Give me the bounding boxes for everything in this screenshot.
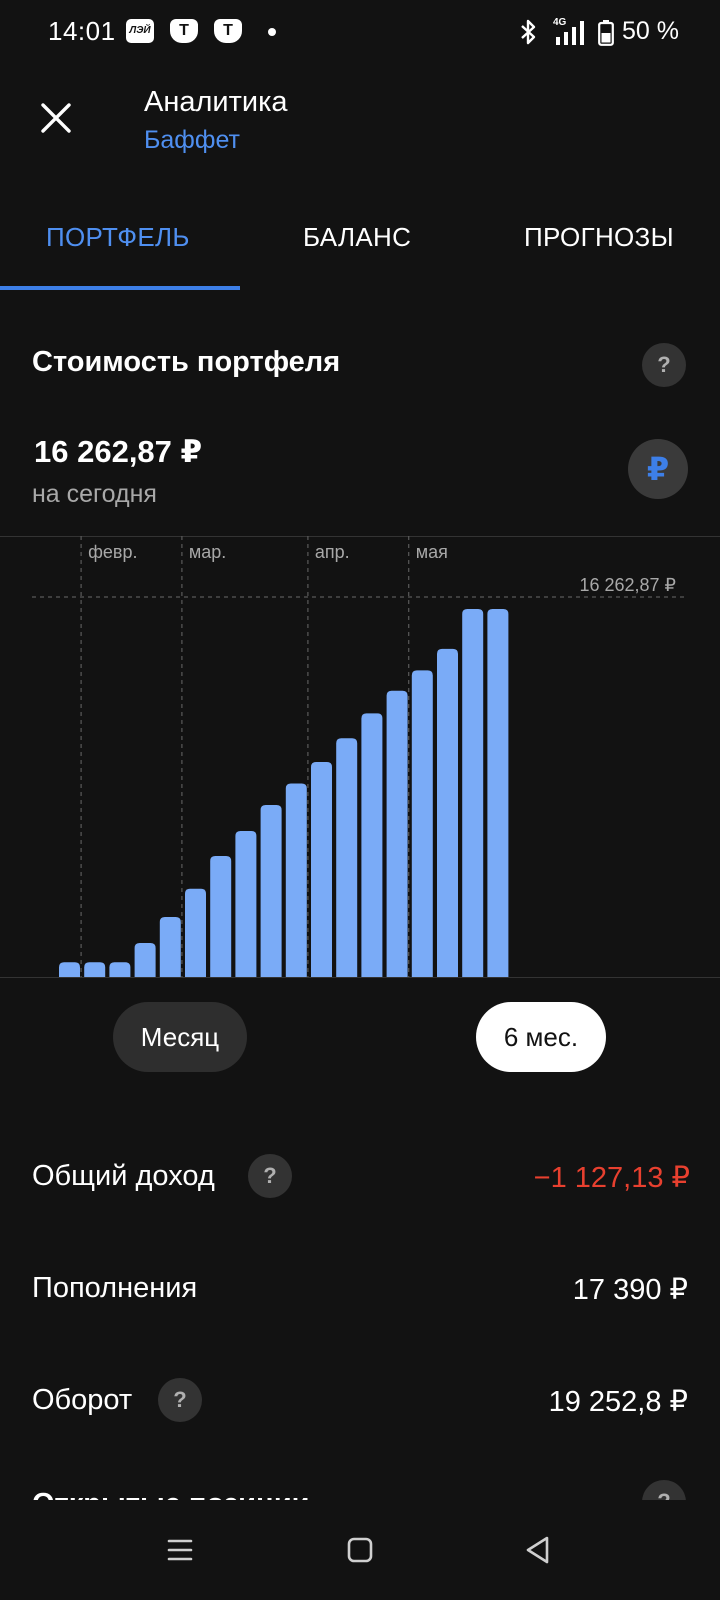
portfolio-name[interactable]: Баффет [144,126,240,155]
chart-bar[interactable] [235,831,257,977]
tab-balance[interactable]: БАЛАНС [303,222,411,253]
chart-bar[interactable] [437,648,458,977]
chart-bar[interactable] [159,917,181,977]
recent-apps-button[interactable] [160,1530,200,1570]
month-tick-label: мар. [189,542,226,562]
tab-forecasts[interactable]: ПРОГНОЗЫ [524,222,674,253]
turnover-value: 19 252,8 ₽ [548,1386,688,1418]
signal-icon [556,21,584,45]
tbank-app-icon: Т [170,19,198,43]
chart-bar[interactable] [386,690,408,977]
portfolio-value: 16 262,87 ₽ [34,434,203,469]
month-tick-label: февр. [88,542,137,562]
chart-bar[interactable] [411,670,433,977]
help-icon[interactable]: ? [248,1154,292,1198]
bluetooth-icon [521,19,536,45]
chart-bar[interactable] [109,962,131,977]
battery-percent: 50 % [622,17,679,45]
deposits-value: 17 390 ₽ [572,1274,688,1306]
chart-bar[interactable] [210,855,232,977]
close-button[interactable] [30,92,82,144]
deposits-label: Пополнения [32,1272,198,1304]
total-income-label: Общий доход [32,1160,215,1192]
chart-bar[interactable] [311,762,332,977]
chart-bar[interactable] [84,962,106,977]
chart-bar[interactable] [260,805,282,977]
tab-bar: ПОРТФЕЛЬ БАЛАНС ПРОГНОЗЫ [0,200,720,292]
help-icon[interactable]: ? [642,343,686,387]
status-time: 14:01 [48,16,116,46]
chart-bar[interactable] [487,609,509,977]
chart-bar[interactable] [361,713,383,977]
lei-app-icon: ЛЭЙ [126,19,154,43]
period-month-button[interactable]: Месяц [113,1002,247,1072]
chart-bar[interactable] [285,783,307,977]
battery-icon [598,20,614,46]
more-notifications-icon [268,28,276,36]
active-tab-indicator [0,286,240,290]
chart-bar[interactable] [462,609,484,977]
chart-bar[interactable] [336,738,358,977]
month-tick-label: апр. [315,542,350,562]
max-value-label: 16 262,87 ₽ [579,575,676,595]
tbank-app-icon: Т [214,19,242,43]
tab-portfolio[interactable]: ПОРТФЕЛЬ [46,222,190,253]
close-icon [41,103,71,133]
help-icon[interactable]: ? [158,1378,202,1422]
turnover-label: Оборот [32,1384,133,1416]
status-bar: 14:01 ЛЭЙ Т Т 4G 50 % [0,0,720,64]
portfolio-value-caption: на сегодня [32,480,157,508]
chart-bar[interactable] [185,888,206,977]
total-income-value: −1 127,13 ₽ [533,1162,690,1194]
back-button[interactable] [518,1530,558,1570]
currency-switch-button[interactable]: ₽ [628,439,688,499]
chart-canvas: февр. мар. апр. мая 16 262,87 ₽ [32,536,688,977]
chart-bar[interactable] [134,943,156,977]
period-6-months-button[interactable]: 6 мес. [476,1002,606,1072]
portfolio-chart[interactable]: февр. мар. апр. мая 16 262,87 ₽ [0,536,720,978]
chart-baseline [0,977,720,978]
system-navigation-bar [0,1500,720,1600]
month-tick-label: мая [416,542,448,562]
page-title: Аналитика [144,86,288,118]
chart-bar[interactable] [59,962,80,977]
section-title: Стоимость портфеля [32,346,341,378]
home-button[interactable] [340,1530,380,1570]
